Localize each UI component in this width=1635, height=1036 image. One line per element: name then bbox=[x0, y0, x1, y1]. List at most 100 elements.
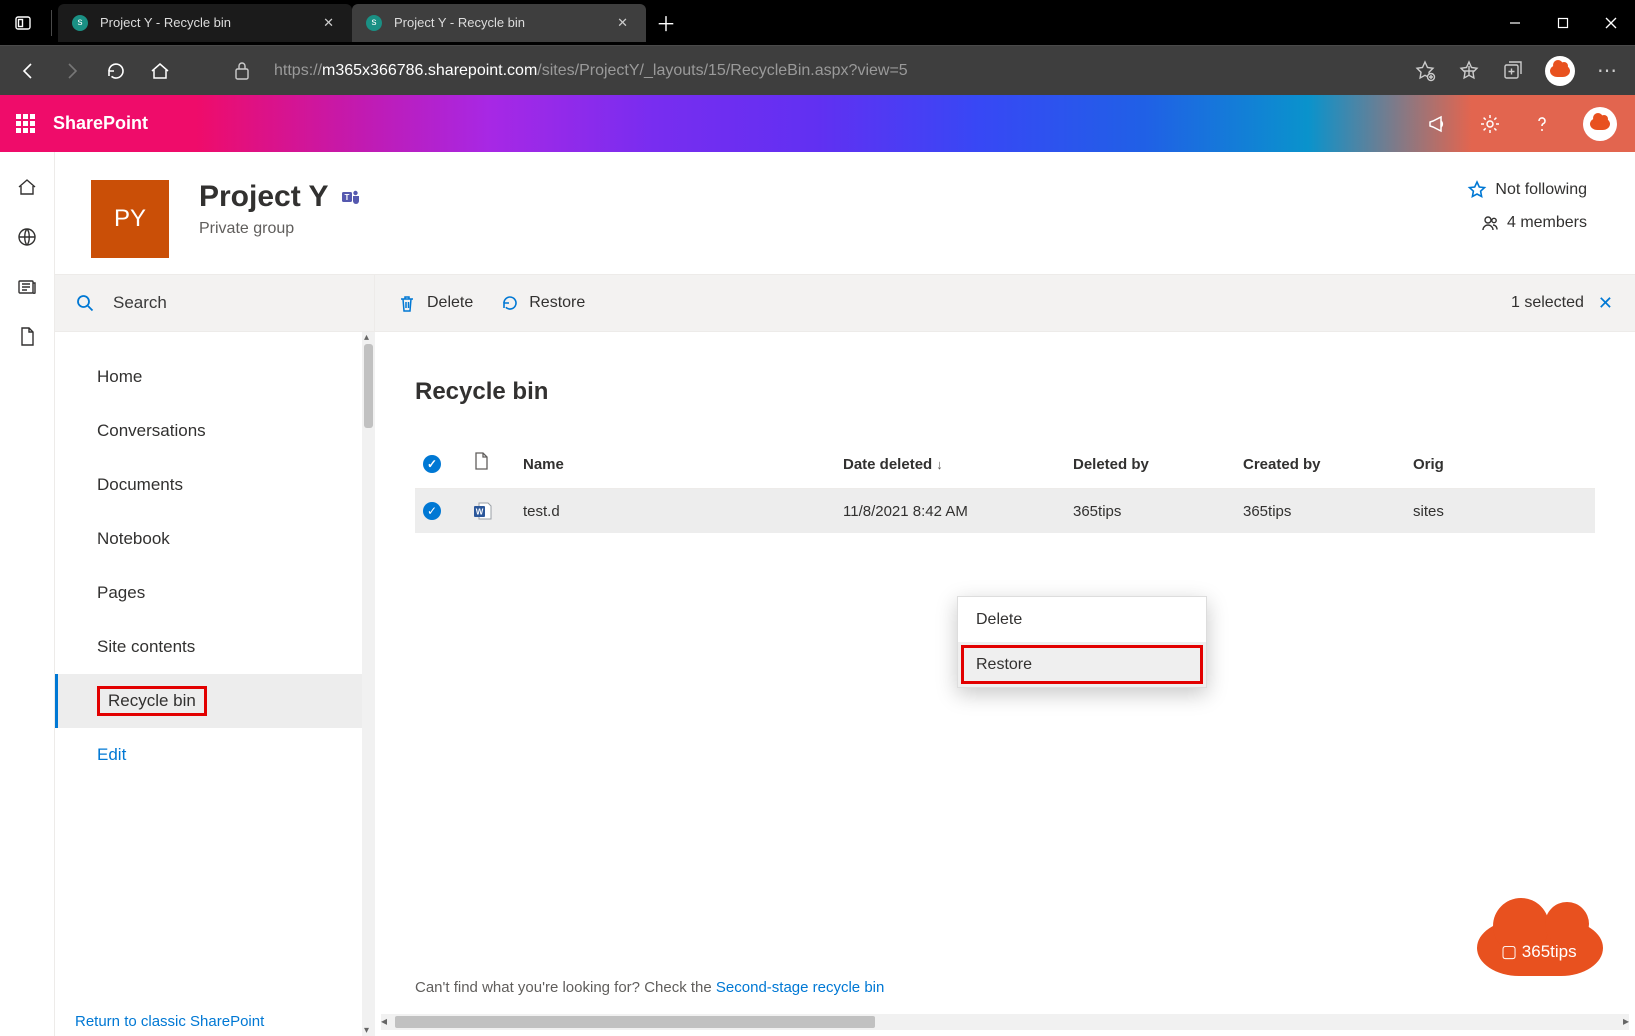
browser-menu-button[interactable]: ⋯ bbox=[1595, 59, 1619, 83]
col-name[interactable]: Name bbox=[515, 440, 835, 489]
recycle-bin-table: ✓ Name Date deleted↓ Deleted by Created … bbox=[415, 440, 1595, 533]
col-deleted-by[interactable]: Deleted by bbox=[1065, 440, 1235, 489]
follow-label: Not following bbox=[1495, 181, 1587, 199]
restore-button[interactable]: Restore bbox=[499, 293, 585, 313]
site-title[interactable]: Project Y bbox=[199, 180, 329, 214]
footer-note: Can't find what you're looking for? Chec… bbox=[415, 979, 884, 996]
cell-created-by: 365tips bbox=[1235, 489, 1405, 534]
col-original[interactable]: Orig bbox=[1405, 440, 1595, 489]
ctx-restore[interactable]: Restore bbox=[958, 642, 1206, 687]
nav-item-edit[interactable]: Edit bbox=[55, 728, 375, 782]
search-icon bbox=[75, 293, 95, 313]
user-avatar-button[interactable] bbox=[1583, 107, 1617, 141]
settings-gear-icon[interactable] bbox=[1479, 113, 1501, 135]
teams-icon[interactable]: T bbox=[341, 187, 361, 207]
favorites-button[interactable] bbox=[1457, 59, 1481, 83]
rail-files-icon[interactable] bbox=[17, 326, 37, 348]
delete-icon bbox=[397, 293, 417, 313]
rail-news-icon[interactable] bbox=[16, 276, 38, 298]
nav-scrollbar[interactable]: ▴▾ bbox=[362, 332, 375, 1036]
col-date-deleted[interactable]: Date deleted↓ bbox=[835, 440, 1065, 489]
table-row[interactable]: ✓ W test.d 11/8/2021 8:42 AM 365tips 365… bbox=[415, 489, 1595, 534]
left-rail bbox=[0, 152, 55, 1036]
row-check-icon[interactable]: ✓ bbox=[423, 502, 441, 520]
site-header: PY Project Y T Private group Not followi… bbox=[55, 152, 1635, 274]
browser-tab-0[interactable]: s Project Y - Recycle bin ✕ bbox=[58, 4, 352, 42]
svg-text:W: W bbox=[476, 508, 484, 517]
content-column: PY Project Y T Private group Not followi… bbox=[55, 152, 1635, 1036]
cell-date: 11/8/2021 8:42 AM bbox=[835, 489, 1065, 534]
tab-overview-button[interactable] bbox=[0, 0, 45, 45]
site-nav: HomeConversationsDocumentsNotebookPagesS… bbox=[55, 332, 375, 1036]
sharepoint-favicon: s bbox=[366, 15, 382, 31]
svg-text:T: T bbox=[344, 193, 349, 202]
cell-deleted-by: 365tips bbox=[1065, 489, 1235, 534]
restore-icon bbox=[499, 293, 519, 313]
page-title: Recycle bin bbox=[415, 378, 1595, 406]
browser-address-bar: https://m365x366786.sharepoint.com/sites… bbox=[0, 45, 1635, 95]
window-close-button[interactable] bbox=[1587, 0, 1635, 45]
window-minimize-button[interactable] bbox=[1491, 0, 1539, 45]
selection-count: 1 selected bbox=[1511, 294, 1584, 312]
cloud-icon bbox=[1590, 118, 1610, 130]
address-url[interactable]: https://m365x366786.sharepoint.com/sites… bbox=[274, 62, 1393, 80]
search-placeholder: Search bbox=[113, 293, 167, 313]
nav-refresh-button[interactable] bbox=[104, 59, 128, 83]
site-info-lock-icon[interactable] bbox=[230, 59, 254, 83]
watermark-badge: ▢ 365tips bbox=[1477, 896, 1603, 976]
return-classic-link[interactable]: Return to classic SharePoint bbox=[75, 1013, 264, 1030]
app-body: PY Project Y T Private group Not followi… bbox=[0, 152, 1635, 1036]
cell-original: sites bbox=[1405, 489, 1595, 534]
o365-suite-header: SharePoint bbox=[0, 95, 1635, 152]
second-stage-link[interactable]: Second-stage recycle bin bbox=[716, 979, 884, 996]
browser-title-bar: s Project Y - Recycle bin ✕ s Project Y … bbox=[0, 0, 1635, 45]
command-zone: Search Delete Restore 1 selected ✕ bbox=[55, 274, 1635, 332]
nav-home-button[interactable] bbox=[148, 59, 172, 83]
site-subtitle: Private group bbox=[199, 220, 361, 238]
rail-home-icon[interactable] bbox=[16, 176, 38, 198]
window-maximize-button[interactable] bbox=[1539, 0, 1587, 45]
col-select[interactable]: ✓ bbox=[415, 440, 465, 489]
nav-item-pages[interactable]: Pages bbox=[55, 566, 375, 620]
help-icon[interactable] bbox=[1531, 113, 1553, 135]
nav-item-notebook[interactable]: Notebook bbox=[55, 512, 375, 566]
nav-item-documents[interactable]: Documents bbox=[55, 458, 375, 512]
megaphone-icon[interactable] bbox=[1427, 113, 1449, 135]
col-type[interactable] bbox=[465, 440, 515, 489]
add-favorite-button[interactable] bbox=[1413, 59, 1437, 83]
members-button[interactable]: 4 members bbox=[1467, 214, 1587, 232]
site-logo-tile[interactable]: PY bbox=[91, 180, 169, 258]
rail-globe-icon[interactable] bbox=[16, 226, 38, 248]
close-tab-icon[interactable]: ✕ bbox=[323, 15, 334, 31]
nav-item-site-contents[interactable]: Site contents bbox=[55, 620, 375, 674]
browser-tab-1[interactable]: s Project Y - Recycle bin ✕ bbox=[352, 4, 646, 42]
sort-desc-icon: ↓ bbox=[936, 457, 943, 472]
close-tab-icon[interactable]: ✕ bbox=[617, 15, 628, 31]
tab-title: Project Y - Recycle bin bbox=[100, 15, 311, 30]
nav-item-conversations[interactable]: Conversations bbox=[55, 404, 375, 458]
delete-button[interactable]: Delete bbox=[397, 293, 473, 313]
horizontal-scrollbar[interactable]: ◂▸ bbox=[381, 1014, 1629, 1030]
members-label: 4 members bbox=[1507, 214, 1587, 232]
suite-brand[interactable]: SharePoint bbox=[53, 113, 148, 134]
follow-toggle[interactable]: Not following bbox=[1467, 180, 1587, 200]
collections-button[interactable] bbox=[1501, 59, 1525, 83]
word-file-icon: W bbox=[473, 501, 507, 521]
context-menu: DeleteRestore bbox=[957, 596, 1207, 688]
sharepoint-favicon: s bbox=[72, 15, 88, 31]
new-tab-button[interactable]: ＋ bbox=[646, 0, 686, 45]
workspace: HomeConversationsDocumentsNotebookPagesS… bbox=[55, 332, 1635, 1036]
list-area: Recycle bin ✓ Name Date deleted↓ Deleted… bbox=[375, 332, 1635, 1036]
ctx-delete[interactable]: Delete bbox=[958, 597, 1206, 642]
nav-back-button[interactable] bbox=[16, 59, 40, 83]
search-box[interactable]: Search bbox=[55, 275, 375, 331]
cloud-icon bbox=[1550, 65, 1570, 77]
nav-item-recycle-bin[interactable]: Recycle bin bbox=[55, 674, 375, 728]
browser-profile-button[interactable] bbox=[1545, 56, 1575, 86]
clear-selection-button[interactable]: ✕ bbox=[1598, 293, 1613, 314]
command-bar: Delete Restore 1 selected ✕ bbox=[375, 275, 1635, 331]
app-launcher-button[interactable] bbox=[16, 114, 35, 133]
nav-forward-button[interactable] bbox=[60, 59, 84, 83]
col-created-by[interactable]: Created by bbox=[1235, 440, 1405, 489]
nav-item-home[interactable]: Home bbox=[55, 350, 375, 404]
